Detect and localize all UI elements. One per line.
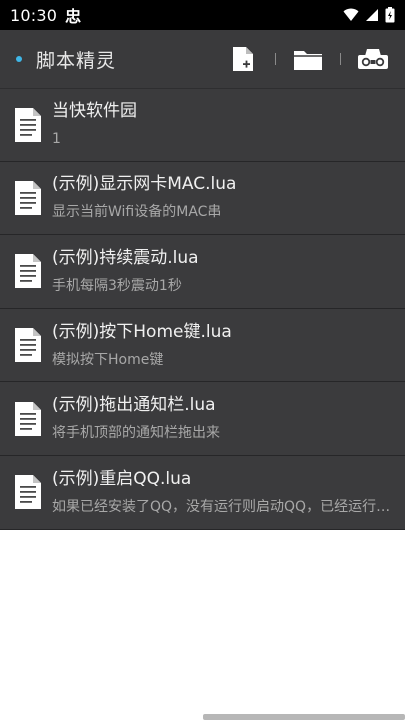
- bottom-scroll-indicator: [203, 714, 405, 720]
- item-text: (示例)拖出通知栏.lua 将手机顶部的通知栏拖出来: [52, 393, 405, 444]
- item-title: (示例)按下Home键.lua: [52, 321, 232, 342]
- item-title: (示例)重启QQ.lua: [52, 468, 192, 489]
- signal-icon: [366, 9, 378, 21]
- app-actions: [225, 41, 391, 77]
- list-item[interactable]: (示例)重启QQ.lua 如果已经安装了QQ，没有运行则启动QQ，已经运行则重启…: [0, 455, 405, 530]
- item-subtitle: 将手机顶部的通知栏拖出来: [52, 425, 220, 442]
- item-subtitle: 手机每隔3秒震动1秒: [52, 277, 182, 294]
- battery-icon: [385, 7, 395, 23]
- script-file-icon: [15, 475, 41, 510]
- record-button[interactable]: [355, 41, 391, 77]
- open-folder-icon: [294, 51, 322, 70]
- item-subtitle: 显示当前Wifi设备的MAC串: [52, 204, 222, 221]
- status-app-icon: 忠: [65, 7, 82, 26]
- list-item[interactable]: (示例)持续震动.lua 手机每隔3秒震动1秒: [0, 235, 405, 309]
- item-text: (示例)按下Home键.lua 模拟按下Home键: [52, 320, 405, 371]
- item-text: (示例)显示网卡MAC.lua 显示当前Wifi设备的MAC串: [52, 172, 405, 223]
- item-text: (示例)重启QQ.lua 如果已经安装了QQ，没有运行则启动QQ，已经运行则重启…: [52, 467, 405, 518]
- script-file-icon: [15, 180, 41, 215]
- app-title: 脚本精灵: [36, 49, 117, 72]
- action-separator: [340, 53, 341, 65]
- app-bar: 脚本精灵: [0, 30, 405, 88]
- list-item[interactable]: (示例)按下Home键.lua 模拟按下Home键: [0, 308, 405, 383]
- item-subtitle: 1: [52, 131, 61, 148]
- item-text: 当快软件园 1: [52, 99, 405, 150]
- item-text: (示例)持续震动.lua 手机每隔3秒震动1秒: [52, 246, 405, 297]
- wifi-icon: [343, 8, 359, 21]
- item-title: (示例)显示网卡MAC.lua: [52, 174, 237, 195]
- item-title: (示例)持续震动.lua: [52, 247, 199, 268]
- script-file-icon: [15, 107, 41, 142]
- item-subtitle: 如果已经安装了QQ，没有运行则启动QQ，已经运行则重启QQ: [52, 498, 397, 515]
- item-title: (示例)拖出通知栏.lua: [52, 395, 216, 416]
- status-icons: [343, 7, 395, 23]
- script-file-icon: [15, 328, 41, 363]
- recorder-icon: [358, 49, 388, 69]
- status-time: 10:30: [10, 5, 58, 25]
- list-item[interactable]: (示例)拖出通知栏.lua 将手机顶部的通知栏拖出来: [0, 382, 405, 456]
- new-file-icon: [233, 47, 253, 71]
- new-script-button[interactable]: [225, 41, 261, 77]
- script-list: 当快软件园 1 (示例)显示网卡MAC.lua 显示当前Wifi设备的MAC串: [0, 88, 405, 530]
- item-subtitle: 模拟按下Home键: [52, 351, 164, 368]
- status-bar: 10:30 忠: [0, 0, 405, 30]
- app-indicator-dot: [16, 56, 22, 62]
- open-folder-button[interactable]: [290, 41, 326, 77]
- script-file-icon: [15, 254, 41, 289]
- item-title: 当快软件园: [52, 101, 137, 122]
- action-separator: [275, 53, 276, 65]
- script-file-icon: [15, 401, 41, 436]
- list-item[interactable]: 当快软件园 1: [0, 88, 405, 162]
- list-item[interactable]: (示例)显示网卡MAC.lua 显示当前Wifi设备的MAC串: [0, 161, 405, 236]
- empty-area: [0, 530, 405, 713]
